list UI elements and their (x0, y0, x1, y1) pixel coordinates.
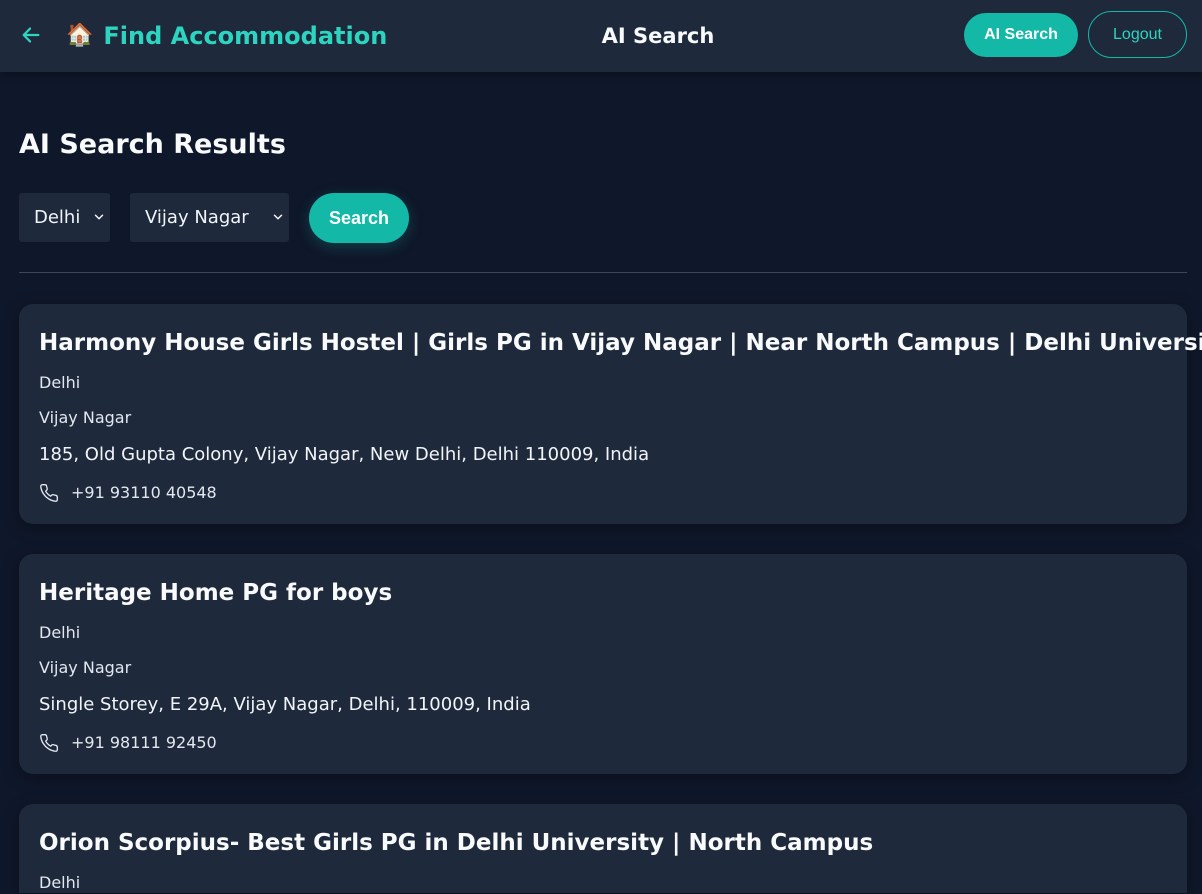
result-city: Delhi (39, 373, 81, 392)
result-title: Orion Scorpius- Best Girls PG in Delhi U… (39, 830, 874, 856)
results-heading: AI Search Results (19, 129, 286, 160)
back-button[interactable] (14, 18, 48, 52)
logout-button[interactable]: Logout (1088, 11, 1187, 58)
area-select[interactable]: Vijay Nagar (130, 193, 289, 242)
area-select-value: Vijay Nagar (145, 207, 249, 228)
brand[interactable]: 🏠 Find Accommodation (66, 19, 387, 53)
result-title: Heritage Home PG for boys (39, 580, 393, 606)
result-area: Vijay Nagar (39, 408, 132, 427)
result-phone-number: +91 98111 92450 (71, 733, 217, 752)
result-card[interactable]: Heritage Home PG for boys Delhi Vijay Na… (19, 554, 1187, 774)
result-phone-number: +91 93110 40548 (71, 483, 217, 502)
top-bar: 🏠 Find Accommodation AI Search AI Search… (0, 0, 1202, 72)
result-card[interactable]: Orion Scorpius- Best Girls PG in Delhi U… (19, 804, 1187, 893)
search-button[interactable]: Search (309, 193, 409, 243)
result-address: Single Storey, E 29A, Vijay Nagar, Delhi… (39, 694, 531, 715)
result-city: Delhi (39, 623, 81, 642)
result-area: Vijay Nagar (39, 658, 132, 677)
page-title: AI Search (601, 24, 715, 48)
result-card[interactable]: Harmony House Girls Hostel | Girls PG in… (19, 304, 1202, 524)
result-city: Delhi (39, 873, 81, 892)
result-address: 185, Old Gupta Colony, Vijay Nagar, New … (39, 444, 650, 465)
phone-icon (40, 483, 59, 502)
house-icon: 🏠 (66, 23, 94, 48)
brand-title: Find Accommodation (103, 22, 388, 50)
result-phone: +91 93110 40548 (39, 482, 217, 504)
arrow-left-icon (22, 27, 40, 43)
chevron-down-icon (94, 214, 104, 220)
city-select[interactable]: Delhi (19, 193, 110, 242)
phone-icon (40, 733, 59, 752)
chevron-down-icon (273, 214, 283, 220)
result-title: Harmony House Girls Hostel | Girls PG in… (39, 330, 1202, 356)
result-phone: +91 98111 92450 (39, 732, 217, 754)
divider (19, 272, 1187, 273)
ai-search-button[interactable]: AI Search (964, 13, 1078, 57)
city-select-value: Delhi (34, 207, 81, 228)
